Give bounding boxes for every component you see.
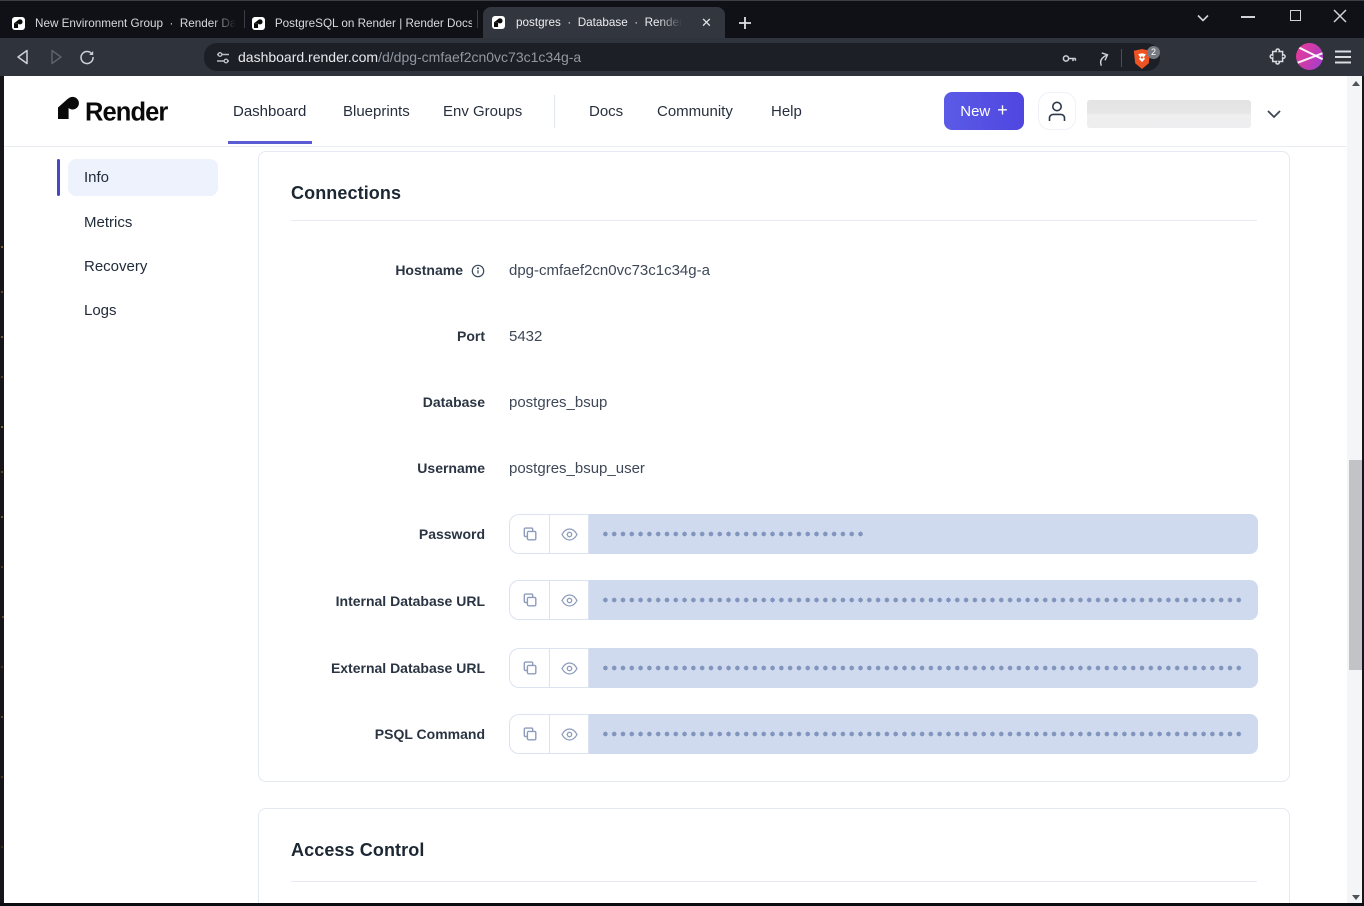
svg-text:Render: Render <box>85 99 168 126</box>
